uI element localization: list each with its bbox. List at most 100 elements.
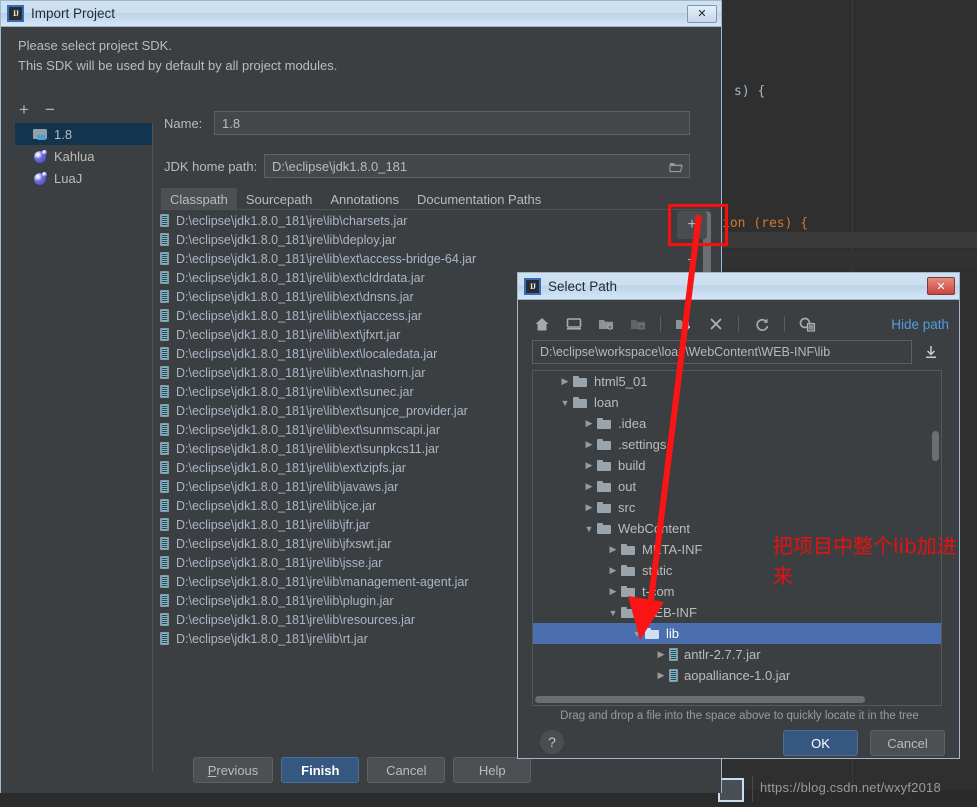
tree-node[interactable]: ▶ aopalliance-1.0.jar (533, 665, 941, 686)
chevron-right-icon[interactable]: ▶ (605, 586, 621, 597)
home-icon[interactable] (532, 315, 551, 334)
sdk-list-item[interactable]: LuaJ (15, 167, 152, 189)
sdk-list[interactable]: 1.8 Kahlua LuaJ (15, 123, 153, 772)
module-folder-icon (628, 315, 647, 334)
import-dialog-title-bar[interactable]: IJ Import Project ✕ (1, 1, 721, 27)
chevron-right-icon[interactable]: ▶ (581, 502, 597, 513)
intellij-logo-icon: IJ (7, 5, 24, 22)
refresh-icon[interactable] (752, 315, 771, 334)
new-folder-icon[interactable] (674, 315, 693, 334)
tree-node[interactable]: ▶ html5_01 (533, 371, 941, 392)
name-label: Name: (164, 115, 203, 131)
tree-node[interactable]: ▼ WEB-INF (533, 602, 941, 623)
folder-icon (621, 585, 636, 598)
path-input[interactable]: D:\eclipse\workspace\loan\WebContent\WEB… (532, 340, 912, 364)
tree-node[interactable]: ▶ out (533, 476, 941, 497)
classpath-row-label: D:\eclipse\jdk1.8.0_181\jre\lib\jsse.jar (176, 555, 383, 570)
folder-icon (621, 606, 636, 619)
sdk-list-item[interactable]: Kahlua (15, 145, 152, 167)
jar-icon (160, 328, 169, 341)
chevron-right-icon[interactable]: ▶ (605, 544, 621, 555)
folder-icon (597, 459, 612, 472)
tree-node-label: t-com (642, 584, 675, 599)
tab-classpath[interactable]: Classpath (161, 188, 237, 209)
screen: s) { ion (res) { https://blog.csdn.net/w… (0, 0, 977, 807)
tree-node[interactable]: ▼ lib (533, 623, 941, 644)
project-folder-icon[interactable] (596, 315, 615, 334)
jar-icon (160, 461, 169, 474)
hide-path-link[interactable]: Hide path (891, 317, 949, 332)
chevron-down-icon[interactable]: ▼ (605, 608, 621, 618)
remove-classpath-button[interactable]: − (677, 247, 707, 275)
chevron-down-icon[interactable]: ▼ (557, 398, 573, 408)
tree-node[interactable]: ▶ antlr-2.7.7.jar (533, 644, 941, 665)
tab-annotations[interactable]: Annotations (321, 188, 408, 209)
jar-icon (160, 537, 169, 550)
lua-icon (33, 149, 48, 163)
tab-documentation-paths[interactable]: Documentation Paths (408, 188, 550, 209)
classpath-row[interactable]: D:\eclipse\jdk1.8.0_181\jre\lib\ext\acce… (156, 249, 686, 268)
cancel-button[interactable]: Cancel (367, 757, 446, 783)
chevron-right-icon[interactable]: ▶ (653, 670, 669, 681)
classpath-row[interactable]: D:\eclipse\jdk1.8.0_181\jre\lib\deploy.j… (156, 230, 686, 249)
show-hidden-files-icon[interactable] (798, 315, 817, 334)
jdk-icon (33, 128, 48, 141)
sdk-list-item[interactable]: 1.8 (15, 123, 152, 145)
desktop-icon[interactable] (564, 315, 583, 334)
chevron-down-icon[interactable]: ▼ (629, 629, 645, 639)
close-icon[interactable]: ✕ (927, 277, 955, 295)
remove-sdk-button[interactable]: − (45, 101, 55, 118)
select-path-title-bar[interactable]: IJ Select Path ✕ (518, 273, 959, 300)
tab-sourcepath[interactable]: Sourcepath (237, 188, 322, 209)
ok-button[interactable]: OK (783, 730, 858, 756)
folder-icon (597, 438, 612, 451)
editor-strip-b (722, 252, 977, 266)
file-tree-vscrollbar-thumb[interactable] (932, 431, 939, 461)
sdk-prompt-line-2: This SDK will be used by default by all … (18, 58, 338, 73)
tree-node[interactable]: ▶ src (533, 497, 941, 518)
jdk-home-path-input[interactable]: D:\eclipse\jdk1.8.0_181 (264, 154, 690, 178)
chevron-down-icon[interactable]: ▼ (581, 524, 597, 534)
cancel-button[interactable]: Cancel (870, 730, 945, 756)
watermark-url: https://blog.csdn.net/wxyf2018 (760, 780, 941, 795)
jar-icon (160, 309, 169, 322)
classpath-tabs[interactable]: Classpath Sourcepath Annotations Documentat… (161, 188, 709, 210)
help-button[interactable]: ? (540, 730, 564, 754)
jar-icon (160, 518, 169, 531)
classpath-row-label: D:\eclipse\jdk1.8.0_181\jre\lib\javaws.j… (176, 479, 399, 494)
classpath-row-label: D:\eclipse\jdk1.8.0_181\jre\lib\deploy.j… (176, 232, 397, 247)
file-tree-rows: ▶ html5_01 ▼ loan ▶ .idea ▶ .settings ▶ build ▶ out… (533, 371, 941, 686)
lua-icon (33, 171, 48, 185)
jar-icon (160, 556, 169, 569)
classpath-row[interactable]: D:\eclipse\jdk1.8.0_181\jre\lib\charsets… (156, 211, 686, 230)
tree-node[interactable]: ▶ .settings (533, 434, 941, 455)
previous-button[interactable]: Previous (192, 757, 274, 783)
jar-icon (160, 290, 169, 303)
classpath-row-label: D:\eclipse\jdk1.8.0_181\jre\lib\ext\cldr… (176, 270, 425, 285)
finish-button[interactable]: Finish (281, 757, 360, 783)
delete-icon[interactable] (706, 315, 725, 334)
chevron-right-icon[interactable]: ▶ (581, 481, 597, 492)
import-dialog-title: Import Project (31, 6, 116, 21)
folder-open-icon[interactable] (665, 155, 687, 179)
chevron-right-icon[interactable]: ▶ (581, 418, 597, 429)
classpath-row-label: D:\eclipse\jdk1.8.0_181\jre\lib\charsets… (176, 213, 408, 228)
add-sdk-button[interactable]: + (19, 101, 29, 118)
chevron-right-icon[interactable]: ▶ (653, 649, 669, 660)
chevron-right-icon[interactable]: ▶ (581, 460, 597, 471)
chevron-right-icon[interactable]: ▶ (557, 376, 573, 387)
chevron-right-icon[interactable]: ▶ (581, 439, 597, 450)
tree-node[interactable]: ▼ loan (533, 392, 941, 413)
classpath-row-label: D:\eclipse\jdk1.8.0_181\jre\lib\resource… (176, 612, 416, 627)
tree-node[interactable]: ▶ build (533, 455, 941, 476)
close-icon[interactable]: ✕ (687, 4, 717, 23)
download-arrow-icon[interactable] (920, 341, 942, 363)
sdk-list-item-label: Kahlua (54, 148, 95, 164)
jar-icon (160, 442, 169, 455)
chevron-right-icon[interactable]: ▶ (605, 565, 621, 576)
help-button[interactable]: Help (453, 757, 532, 783)
file-tree-hscrollbar-thumb[interactable] (535, 696, 865, 703)
tree-node[interactable]: ▶ .idea (533, 413, 941, 434)
name-input[interactable]: 1.8 (214, 111, 690, 135)
jdk-home-path-label: JDK home path: (164, 158, 258, 174)
